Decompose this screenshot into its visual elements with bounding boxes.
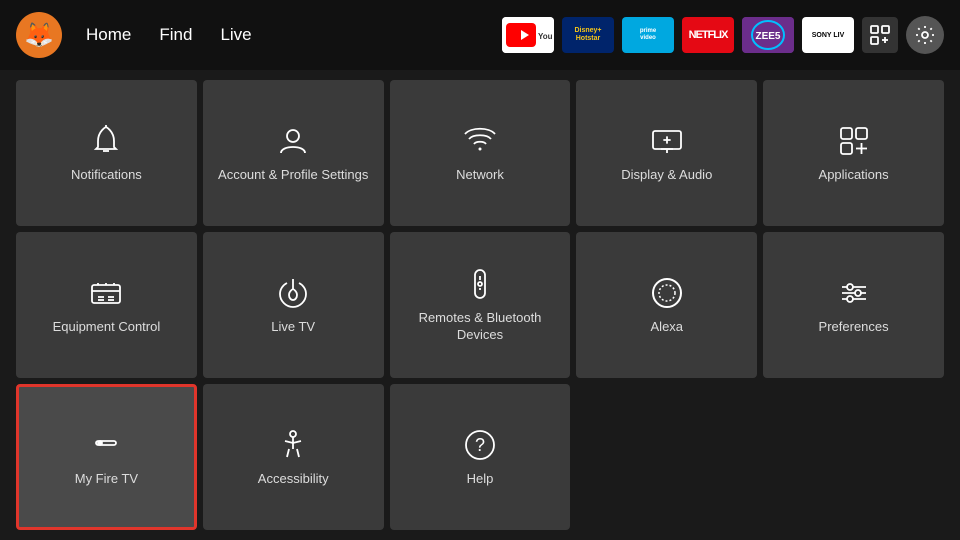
grid-applications[interactable]: Applications bbox=[763, 80, 944, 226]
network-label: Network bbox=[456, 167, 504, 184]
grid-notifications[interactable]: Notifications bbox=[16, 80, 197, 226]
nav-links: Home Find Live bbox=[86, 21, 252, 49]
grid-display[interactable]: Display & Audio bbox=[576, 80, 757, 226]
grid-network[interactable]: Network bbox=[390, 80, 571, 226]
account-label: Account & Profile Settings bbox=[218, 167, 368, 184]
svg-text:You: You bbox=[538, 32, 553, 41]
grid-remotes[interactable]: Remotes & Bluetooth Devices bbox=[390, 232, 571, 378]
settings-grid: Notifications Account & Profile Settings… bbox=[16, 80, 944, 530]
accessibility-label: Accessibility bbox=[258, 471, 329, 488]
nav-live[interactable]: Live bbox=[220, 21, 251, 49]
applications-label: Applications bbox=[819, 167, 889, 184]
grid-help[interactable]: ? Help bbox=[390, 384, 571, 530]
grid-my-fire-tv[interactable]: My Fire TV bbox=[16, 384, 197, 530]
grid-preferences[interactable]: Preferences bbox=[763, 232, 944, 378]
svg-text:?: ? bbox=[475, 435, 485, 455]
notifications-label: Notifications bbox=[71, 167, 142, 184]
grid-live-tv[interactable]: Live TV bbox=[203, 232, 384, 378]
alexa-label: Alexa bbox=[651, 319, 684, 336]
live-tv-label: Live TV bbox=[271, 319, 315, 336]
app-netflix[interactable]: NETFLIX bbox=[682, 17, 734, 53]
app-sony[interactable]: SONY LIV bbox=[802, 17, 854, 53]
remotes-label: Remotes & Bluetooth Devices bbox=[400, 310, 561, 344]
grid-equipment[interactable]: Equipment Control bbox=[16, 232, 197, 378]
grid-accessibility[interactable]: Accessibility bbox=[203, 384, 384, 530]
app-zee5[interactable]: ZEE5 bbox=[742, 17, 794, 53]
app-grid-button[interactable] bbox=[862, 17, 898, 53]
app-youtube[interactable]: You bbox=[502, 17, 554, 53]
my-fire-tv-label: My Fire TV bbox=[75, 471, 138, 488]
settings-button[interactable] bbox=[906, 16, 944, 54]
grid-account[interactable]: Account & Profile Settings bbox=[203, 80, 384, 226]
grid-alexa[interactable]: Alexa bbox=[576, 232, 757, 378]
app-disney[interactable]: Disney+Hotstar bbox=[562, 17, 614, 53]
nav-find[interactable]: Find bbox=[159, 21, 192, 49]
svg-text:ZEE5: ZEE5 bbox=[755, 31, 780, 42]
logo: 🦊 bbox=[16, 12, 62, 58]
main-content: Notifications Account & Profile Settings… bbox=[0, 70, 960, 540]
nav-apps: You Disney+Hotstar primevideo NETFLIX ZE… bbox=[502, 16, 944, 54]
equipment-label: Equipment Control bbox=[53, 319, 161, 336]
preferences-label: Preferences bbox=[819, 319, 889, 336]
help-label: Help bbox=[467, 471, 494, 488]
nav-home[interactable]: Home bbox=[86, 21, 131, 49]
display-label: Display & Audio bbox=[621, 167, 712, 184]
app-prime[interactable]: primevideo bbox=[622, 17, 674, 53]
top-nav: 🦊 Home Find Live You Disney+Hotstar prim… bbox=[0, 0, 960, 70]
